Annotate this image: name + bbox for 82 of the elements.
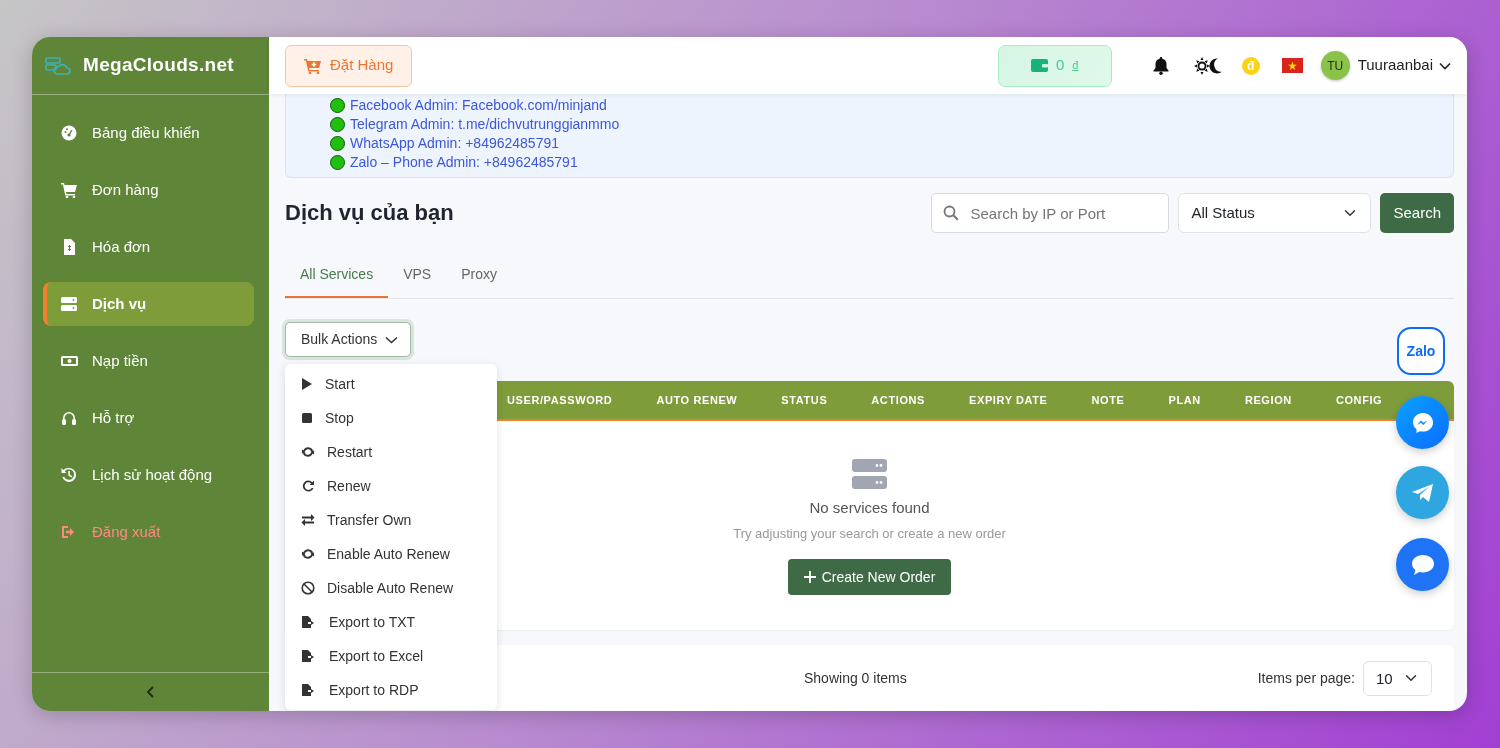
sidebar-item[interactable]: Nạp tiền [43,339,254,383]
menu-item[interactable]: Disable Auto Renew [285,571,497,606]
column-header: STATUS [781,393,828,409]
menu-item[interactable]: Restart [285,435,497,470]
contact-link[interactable]: Facebook Admin: Facebook.com/minjand [350,96,607,116]
column-header: CONFIG [1335,393,1383,409]
refresh-icon [301,547,315,562]
menu-item[interactable]: Export to TXT [285,605,497,640]
sidebar-item[interactable]: Bảng điều khiển [43,111,254,155]
swap-arrows-icon [301,513,315,528]
history-icon [61,467,78,483]
empty-subtitle: Try adjusting your search or create a new order [733,524,1006,543]
banknote-icon [61,353,78,369]
menu-item[interactable]: Stop [285,401,497,436]
status-dot [330,117,345,133]
server-cloud-icon [45,55,71,76]
cart-icon [61,182,78,198]
bulk-actions-dropdown[interactable]: Bulk Actions [285,322,412,358]
wallet-icon [1030,58,1048,74]
column-header: REGION [1244,393,1292,409]
user-name[interactable]: Tuuraanbai [1357,54,1433,77]
chevron-down-icon [385,335,399,344]
status-select[interactable]: All Status [1178,193,1372,234]
collapse-chevron-icon[interactable] [145,685,156,699]
gauge-icon [61,125,78,141]
tab[interactable]: VPS [388,253,447,299]
search-button[interactable]: Search [1380,193,1454,234]
zalo-chat-button[interactable]: Zalo [1397,327,1445,375]
user-avatar[interactable]: TU [1320,51,1350,81]
sidebar-item[interactable]: Đơn hàng [43,168,254,212]
items-summary: Showing 0 items [804,668,907,688]
messenger-icon [1410,410,1435,435]
cart-plus-icon [304,57,322,74]
sidebar-item[interactable]: Lịch sử hoạt động [43,453,254,497]
stop-icon [301,411,313,426]
invoice-icon [61,239,78,255]
vietnam-flag-icon[interactable] [1281,58,1303,74]
speech-bubble-icon [1410,553,1435,576]
search-icon [943,205,960,222]
headset-icon [61,410,78,426]
server-icon [852,459,887,492]
page-title: Dịch vụ của bạn [285,200,454,227]
sidebar-item[interactable]: Dịch vụ [43,282,254,326]
plus-icon [803,571,816,584]
redo-icon [301,479,315,494]
column-header: AUTO RENEW [656,393,738,409]
empty-title: No services found [809,498,930,519]
sun-moon-icon[interactable] [1193,56,1222,75]
tab[interactable]: All Services [285,253,389,299]
tab[interactable]: Proxy [446,253,512,299]
search-field[interactable]: Search by IP or Port [931,193,1170,234]
menu-item[interactable]: Export to Excel [285,639,497,674]
contact-link[interactable]: Telegram Admin: t.me/dichvutrunggianmmo [350,115,620,135]
menu-item[interactable]: Enable Auto Renew [285,537,497,572]
menu-item[interactable]: Export to RDP [285,673,497,708]
create-order-button[interactable]: Create New Order [787,559,952,596]
menu-item[interactable]: Renew [285,469,497,504]
status-dot [330,155,345,171]
sidebar-item[interactable]: Hỗ trợ [43,396,254,440]
menu-item[interactable]: Start [285,367,497,402]
sidebar-item[interactable]: Hóa đơn [43,225,254,269]
paper-plane-icon [1410,481,1435,504]
balance-display: 0 đ [997,44,1112,87]
column-header: PLAN [1168,393,1201,409]
play-icon [301,377,313,392]
column-header: USER/PASSWORD [507,393,613,409]
contact-link[interactable]: WhatsApp Admin: +84962485791 [350,134,559,154]
column-header: EXPIRY DATE [969,393,1048,409]
per-page-label: Items per page: [1257,668,1355,688]
column-header: ACTIONS [871,393,926,409]
menu-item[interactable]: Transfer Own [285,503,497,538]
status-dot [330,136,345,152]
status-dot [330,98,345,114]
column-header: NOTE [1091,393,1125,409]
bell-icon[interactable] [1151,56,1170,76]
refresh-icon [301,445,315,460]
ban-icon [301,581,315,596]
contact-link[interactable]: Zalo – Phone Admin: +84962485791 [350,153,578,173]
server-icon [61,296,78,312]
brand-name: MegaClouds.net [83,53,234,78]
chevron-down-icon[interactable] [1439,61,1451,70]
per-page-select[interactable]: 10 [1363,660,1432,696]
